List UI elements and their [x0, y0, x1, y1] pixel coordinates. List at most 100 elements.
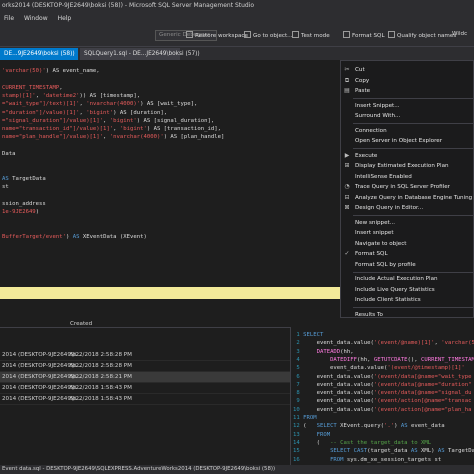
context-menu-item-label: Format SQL by profile [355, 261, 416, 268]
code-token: FROM [303, 415, 317, 421]
table-row[interactable]: 2014 (DESKTOP-9JE2649\b... 5/22/2018 1:58… [0, 394, 290, 405]
context-menu-item[interactable]: Format SQL by profile [341, 260, 473, 270]
line-number: 14 [293, 439, 304, 446]
code-line: CURRENT_TIMESTAMP, [2, 84, 63, 92]
line-number: 11 [293, 415, 304, 421]
context-menu-item[interactable]: IntelliSense Enabled [341, 172, 473, 182]
document-tabs: DE...9JE2649\boksi (58)) SQLQuery1.sql -… [0, 47, 474, 60]
tuning-icon: ⊟ [344, 193, 350, 201]
code-token: name="transaction_id"]/value)[1]' [2, 126, 114, 133]
context-menu-item[interactable]: ✓ Format SQL [341, 249, 473, 259]
code-token: CAST [353, 448, 368, 455]
code-token: 'bigint' [119, 126, 147, 133]
code-token: , [103, 134, 110, 141]
context-menu-item[interactable]: Navigate to object [341, 239, 473, 249]
test-icon [292, 31, 299, 38]
context-menu-item-label: Surround With... [355, 113, 401, 119]
menu-separator [353, 98, 473, 99]
context-menu-item-label: Format SQL [355, 251, 388, 257]
preview-code-line: 10 event_data.value('(event/action[@name… [293, 406, 472, 414]
selection-highlight [0, 287, 340, 299]
code-token: ) [66, 234, 73, 240]
code-token: value [367, 365, 384, 372]
context-menu-item[interactable]: ⊟ Analyze Query in Database Engine Tuning… [341, 193, 473, 203]
preview-code-line: 12 ( SELECT XEvent.query('.') AS event_d… [293, 422, 445, 430]
context-menu-item[interactable]: Include Client Statistics [341, 295, 473, 305]
tab-sqlquery1[interactable]: SQLQuery1.sql - DE...JE2649\boksi (57)) [80, 48, 200, 60]
results-grid[interactable]: Created 2014 (DESKTOP-9JE2649\b... 5/22/2… [0, 321, 290, 465]
code-token: stamp)[1]' [2, 92, 36, 99]
code-line: ssion_address [2, 200, 46, 208]
context-menu-item[interactable]: Surround With... [341, 111, 473, 121]
context-menu-item[interactable]: ◔ Trace Query in SQL Server Profiler [341, 182, 473, 192]
code-token: event_data. [303, 398, 354, 405]
format-sql-button[interactable]: Format SQL [343, 31, 385, 39]
context-menu-item[interactable]: Open Server in Object Explorer [341, 136, 473, 146]
preview-code-line: 16 FROM sys.dm_xe_session_targets st [293, 456, 441, 464]
tab-event-data[interactable]: DE...9JE2649\boksi (58)) [0, 48, 78, 60]
context-menu-item[interactable]: Connection [341, 126, 473, 136]
code-token: value [353, 398, 371, 405]
table-cell-created: 5/22/2018 1:58:43 PM [70, 396, 133, 402]
restore-icon [186, 31, 193, 38]
code-token: BufferTarget/event' [2, 234, 66, 240]
connection-icon [344, 128, 350, 134]
code-token: st [2, 184, 9, 191]
table-row[interactable]: 2014 (DESKTOP-9JE2649\b... 5/22/2018 2:58… [0, 361, 290, 372]
code-token: sys.dm_xe_session_targets st [343, 456, 442, 463]
code-token: event_data [407, 423, 445, 430]
context-menu-item[interactable]: Results To [341, 310, 473, 318]
code-token: ssion_address [2, 200, 46, 207]
menu-help[interactable]: Help [54, 12, 76, 25]
menu-separator [353, 215, 473, 216]
restore-workspace-button[interactable]: Restore workspace [186, 31, 248, 39]
table-row[interactable]: 2014 (DESKTOP-9JE2649\b... 5/22/2018 2:58… [0, 350, 290, 361]
context-menu-item[interactable]: ✂ Cut [341, 65, 473, 75]
code-token: ( [303, 423, 317, 430]
table-row[interactable]: 2014 (DESKTOP-9JE2649\b... 5/22/2018 2:58… [0, 372, 290, 383]
menu-separator [353, 271, 473, 273]
code-token: TargetDa [444, 448, 474, 455]
line-number: 5 [293, 365, 304, 372]
line-number: 2 [293, 340, 304, 347]
code-line: Data [2, 150, 15, 158]
test-mode-button[interactable]: Test mode [292, 31, 330, 39]
code-token: )) AS [timestamp], [79, 92, 141, 99]
code-token: value [353, 340, 371, 347]
qualify-names-button[interactable]: Qualify object names [388, 31, 456, 39]
line-number: 16 [293, 456, 304, 463]
context-menu-item[interactable]: ▤ Paste [341, 86, 473, 96]
goto-object-button[interactable]: Go to object... [244, 31, 293, 39]
line-number: 10 [293, 406, 304, 413]
context-menu-item-label: Connection [355, 127, 387, 134]
preview-code-line: 15 SELECT CAST(target_data AS XML) AS Ta… [293, 447, 474, 455]
context-menu-item[interactable]: Include Actual Execution Plan [341, 274, 473, 284]
menu-window[interactable]: Window [20, 12, 52, 25]
context-menu-item-label: Results To [355, 311, 383, 318]
context-menu-item[interactable]: Include Live Query Statistics [341, 285, 473, 295]
sql-preview-panel[interactable]: 1 SELECT 2 event_data.value('(event/@nam… [290, 327, 474, 465]
code-token: , [113, 126, 120, 133]
wildcard-button[interactable]: Wildc [452, 31, 467, 37]
code-token: event_data. [303, 340, 354, 347]
line-number: 3 [293, 348, 304, 355]
table-row[interactable]: 2014 (DESKTOP-9JE2649\b... 5/22/2018 1:58… [0, 383, 290, 394]
preview-code-line: 7 event_data.value('(event/data[@name="d… [293, 381, 471, 389]
context-menu-item[interactable]: New snippet... [341, 218, 473, 228]
context-menu-item[interactable]: Insert Snippet... [341, 101, 473, 111]
context-menu-item[interactable]: ⊞ Display Estimated Execution Plan [341, 161, 473, 171]
context-menu-item[interactable]: ⧉ Copy [341, 76, 473, 86]
copy-icon: ⧉ [344, 76, 350, 84]
code-token: event_data. [303, 373, 354, 380]
code-token: (target_data [367, 448, 411, 455]
context-menu-item[interactable]: Insert snippet [341, 228, 473, 238]
restore-label: Restore workspace [195, 33, 248, 39]
context-menu-item-label: Copy [355, 77, 370, 84]
context-menu-item[interactable]: ⊠ Design Query in Editor... [341, 203, 473, 213]
menu-file[interactable]: File [0, 12, 18, 25]
menu-separator [353, 123, 473, 124]
context-menu-item-label: IntelliSense Enabled [355, 173, 412, 180]
context-menu-item[interactable]: ▶ Execute [341, 151, 473, 161]
